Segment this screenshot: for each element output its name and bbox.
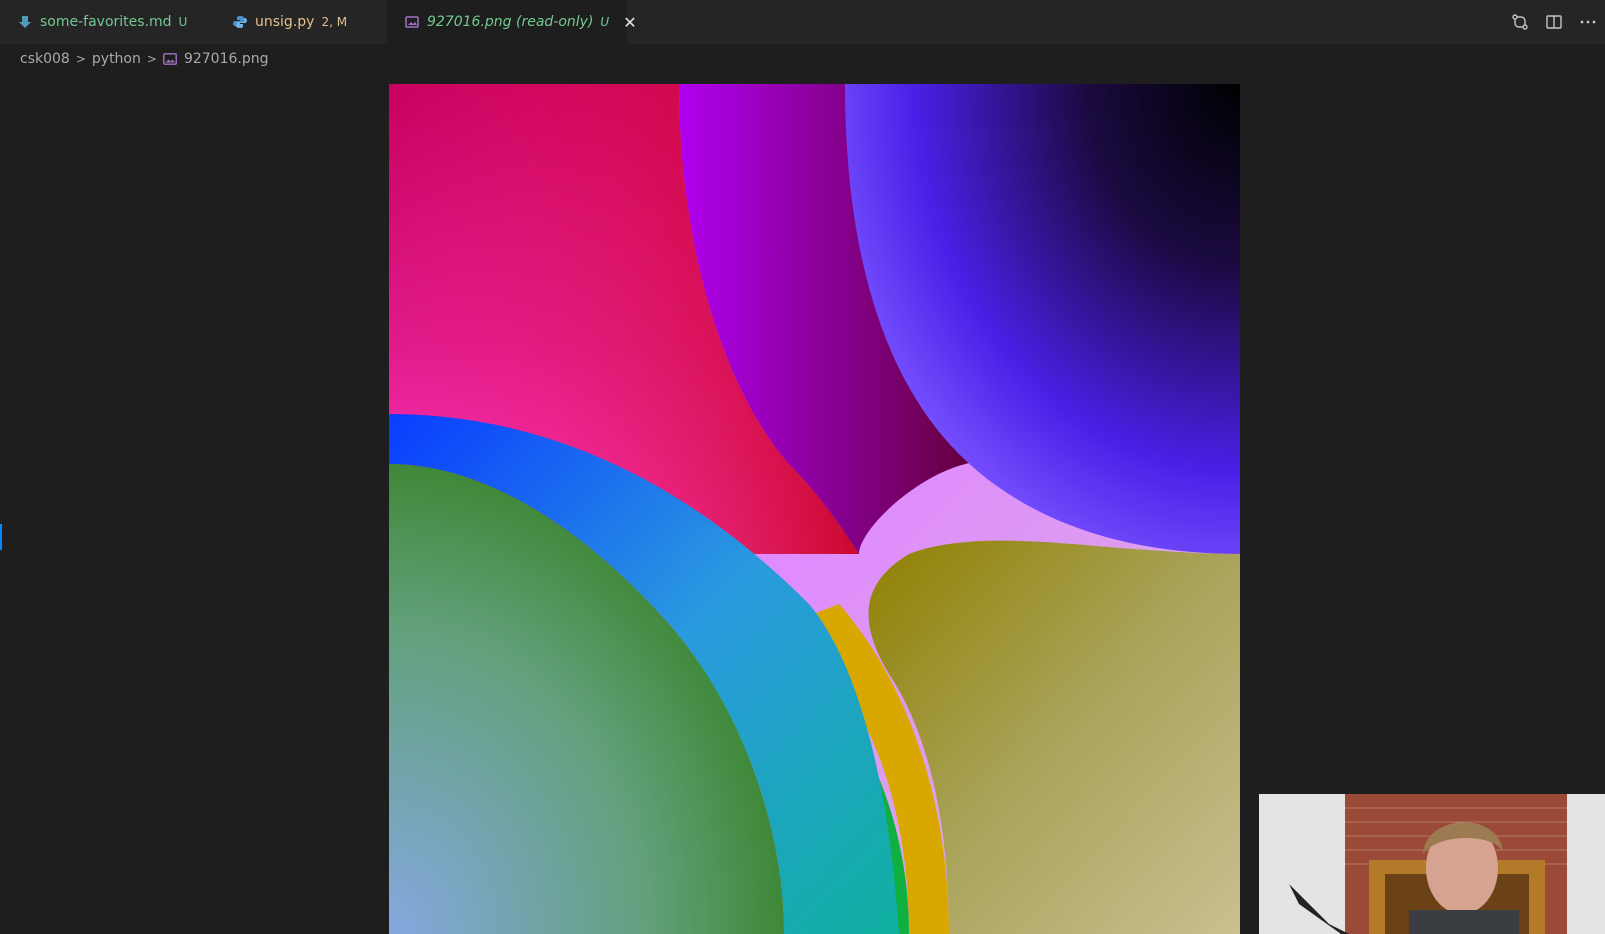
compare-changes-icon[interactable] [1509, 11, 1531, 33]
git-status-badge: U [178, 15, 188, 29]
tab-unsig-py[interactable]: unsig.py 2, M [215, 0, 387, 44]
webcam-overlay [1259, 794, 1605, 934]
image-file-icon [163, 53, 177, 65]
breadcrumb: csk008 > python > 927016.png [20, 48, 268, 70]
editor-tab-bar: some-favorites.md U unsig.py 2, M 927016… [0, 0, 1605, 44]
chevron-right-icon: > [75, 52, 86, 66]
chevron-right-icon: > [146, 52, 157, 66]
tab-label: some-favorites.md [40, 14, 172, 30]
python-file-icon [233, 15, 247, 29]
breadcrumb-item-python[interactable]: python [92, 51, 141, 67]
more-actions-icon[interactable] [1577, 11, 1599, 33]
tab-label: unsig.py [255, 14, 315, 30]
tab-some-favorites-md[interactable]: some-favorites.md U [0, 0, 215, 44]
breadcrumb-item-csk008[interactable]: csk008 [20, 51, 70, 67]
tab-bar-spacer [627, 0, 1509, 44]
breadcrumb-item-927016-png[interactable]: 927016.png [184, 51, 269, 67]
tab-927016-png[interactable]: 927016.png (read-only) U ✕ [387, 0, 637, 44]
git-status-badge: 2, M [321, 15, 348, 29]
preview-image-graphic [389, 84, 1240, 934]
webcam-image [1259, 794, 1605, 934]
image-preview[interactable] [389, 84, 1240, 934]
split-editor-icon[interactable] [1543, 11, 1565, 33]
focus-indicator [0, 524, 2, 550]
image-file-icon [405, 15, 419, 29]
markdown-file-icon [18, 15, 32, 29]
editor-actions [1509, 0, 1605, 44]
git-status-badge: U [600, 15, 610, 29]
tab-label: 927016.png (read-only) [427, 14, 594, 30]
